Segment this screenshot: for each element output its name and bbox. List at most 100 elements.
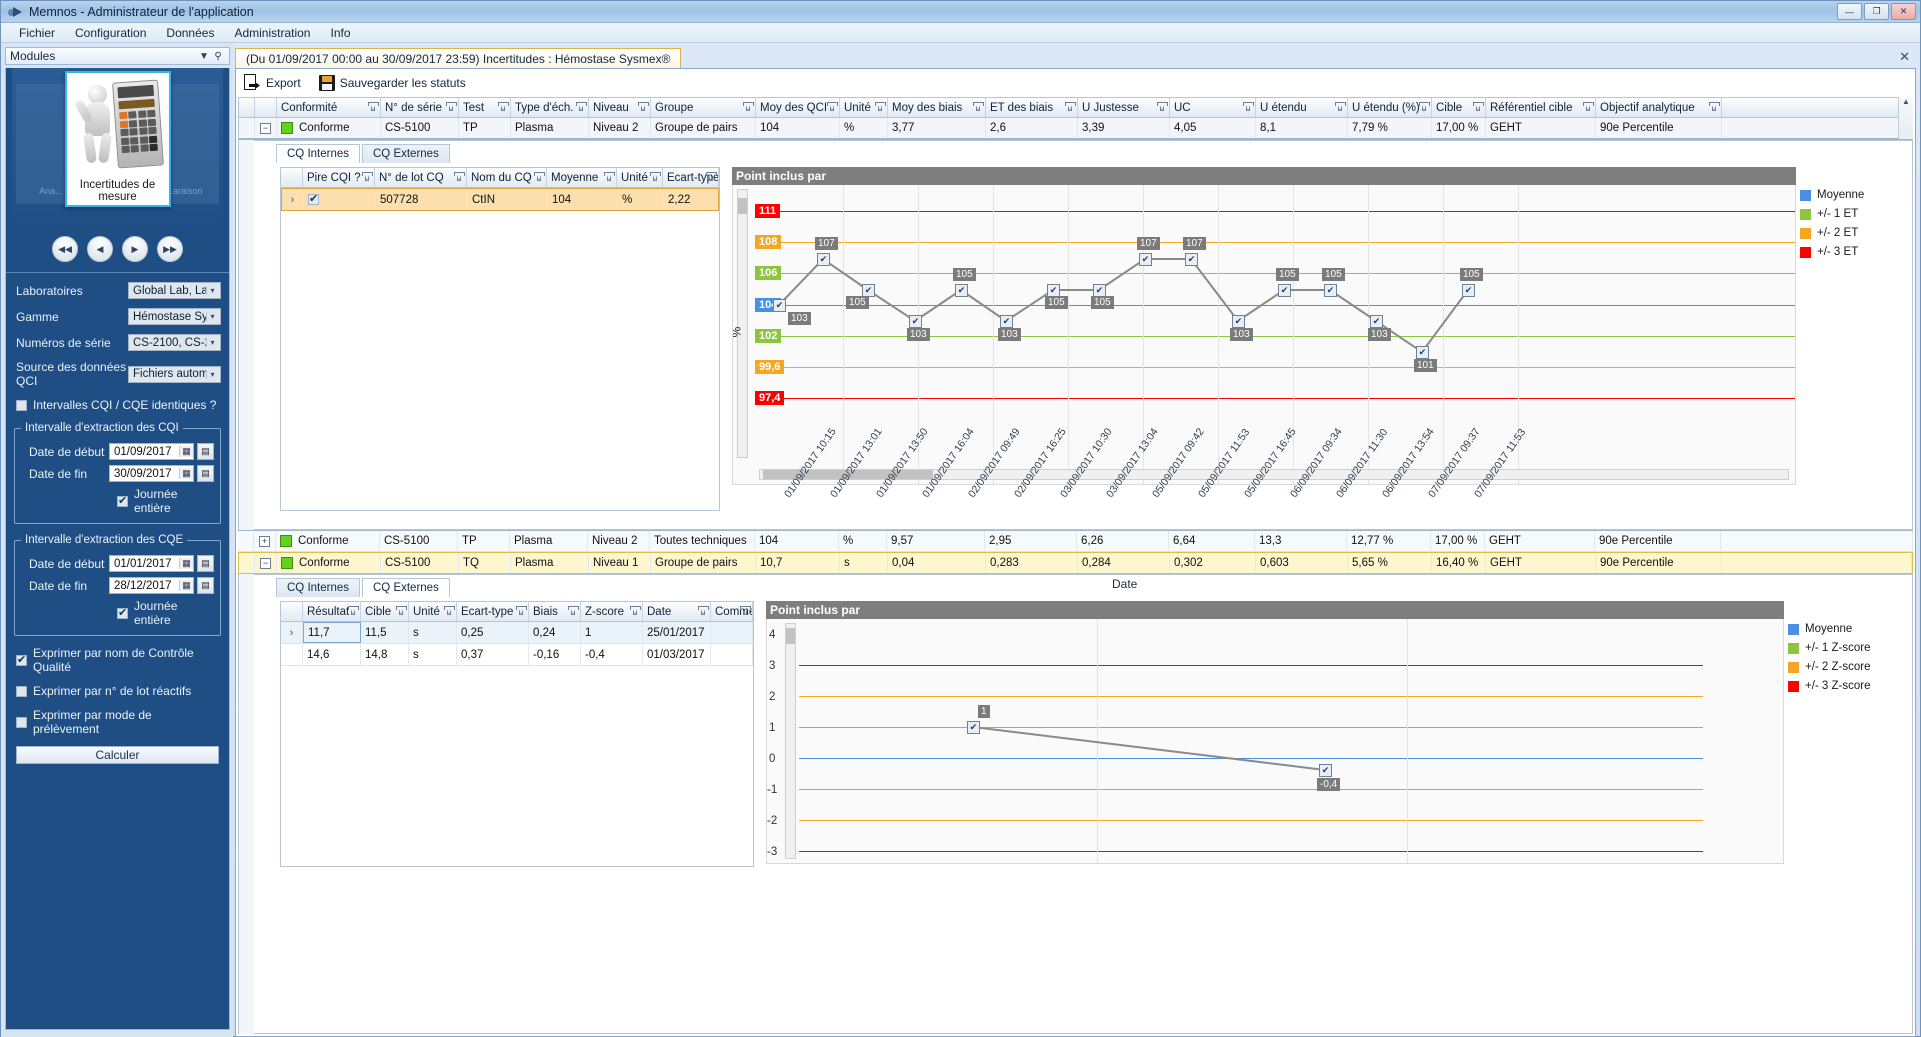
data-point[interactable]: ✔ — [955, 284, 968, 297]
gh-objectif[interactable]: Objectif analytique — [1596, 98, 1722, 117]
gh-et-biais[interactable]: ET des biais — [986, 98, 1078, 117]
filter-icon[interactable] — [973, 102, 984, 112]
menu-item-administration[interactable]: Administration — [224, 24, 320, 42]
gh-u-etendu[interactable]: U étendu — [1256, 98, 1348, 117]
combo-gamme[interactable]: Hémostase Sysmex ▾ — [128, 308, 221, 325]
cqe-chart-vscroll-thumb[interactable] — [786, 628, 795, 644]
filter-icon[interactable] — [534, 172, 545, 182]
cqe-start-input[interactable]: 01/01/2017 ▦ — [109, 555, 194, 572]
combo-source-qci[interactable]: Fichiers automate ▾ — [128, 365, 221, 383]
gh-groupe[interactable]: Groupe — [651, 98, 756, 117]
cqe-start-ellipsis-button[interactable]: ▤ — [197, 555, 214, 572]
data-point[interactable]: ✔ — [1232, 315, 1245, 328]
data-point[interactable]: ✔ — [1324, 284, 1337, 297]
filter-icon[interactable] — [454, 172, 465, 182]
chevron-down-icon[interactable]: ▾ — [206, 338, 218, 347]
calculate-button[interactable]: Calculer — [16, 746, 219, 764]
calendar-icon[interactable]: ▦ — [179, 468, 193, 479]
cqe-gh-cible[interactable]: Cible — [361, 602, 409, 621]
cqi-fullday-row[interactable]: Journée entière — [117, 487, 214, 515]
filter-icon[interactable] — [446, 102, 457, 112]
gh-moy-qci[interactable]: Moy des QCI — [756, 98, 840, 117]
minimize-button[interactable]: — — [1837, 3, 1862, 20]
gh-cible[interactable]: Cible — [1432, 98, 1486, 117]
gh-conformite[interactable]: Conformité — [277, 98, 381, 117]
gh-niveau[interactable]: Niveau — [589, 98, 651, 117]
option-par-mode-prelevement[interactable]: Exprimer par mode de prélèvement — [16, 708, 221, 736]
calendar-icon[interactable]: ▦ — [179, 558, 193, 569]
data-point[interactable]: ✔ — [1416, 346, 1429, 359]
menu-item-info[interactable]: Info — [320, 24, 360, 42]
menu-item-donnees[interactable]: Données — [156, 24, 224, 42]
save-statuses-button[interactable]: Sauvegarder les statuts — [318, 75, 466, 91]
filter-icon[interactable] — [348, 606, 359, 616]
data-point[interactable]: ✔ — [817, 253, 830, 266]
filter-icon[interactable] — [1473, 102, 1484, 112]
gh-u-etendu-pct[interactable]: U étendu (%) — [1348, 98, 1432, 117]
filter-icon[interactable] — [498, 102, 509, 112]
scroll-up-icon[interactable]: ▲ — [1899, 97, 1913, 111]
cqi-chart-vscroll-thumb[interactable] — [738, 198, 747, 214]
cqe-gh-comment[interactable]: Commentaire — [711, 602, 753, 621]
data-point[interactable]: ✔ — [909, 315, 922, 328]
cqe-gh-ecart[interactable]: Ecart-type — [457, 602, 529, 621]
close-icon[interactable]: ✕ — [1899, 49, 1910, 65]
gh-moy-biais[interactable]: Moy des biais — [888, 98, 986, 117]
pin-icon[interactable]: ⚲ — [211, 51, 225, 62]
filter-icon[interactable] — [568, 606, 579, 616]
export-button[interactable]: Export — [244, 74, 301, 92]
gh-uc[interactable]: UC — [1170, 98, 1256, 117]
cqi-start-ellipsis-button[interactable]: ▤ — [197, 443, 214, 460]
gh-test[interactable]: Test — [459, 98, 511, 117]
cqi-gh-moyenne[interactable]: Moyenne — [547, 168, 617, 187]
data-point[interactable]: ✔ — [967, 721, 980, 734]
cqe-end-ellipsis-button[interactable]: ▤ — [197, 577, 214, 594]
cqi-gh-pire[interactable]: Pire CQI ? — [303, 168, 375, 187]
chevron-down-icon[interactable]: ▼ — [197, 51, 211, 62]
cqe-end-input[interactable]: 28/12/2017 ▦ — [109, 577, 194, 594]
cqi-gh-nom[interactable]: Nom du CQ — [467, 168, 547, 187]
row-expander[interactable]: − — [255, 553, 277, 573]
table-row[interactable]: › 11,7 11,5 s 0,25 0,24 1 25/01/2017 — [281, 622, 753, 644]
data-point[interactable]: ✔ — [1370, 315, 1383, 328]
filter-icon[interactable] — [516, 606, 527, 616]
option-par-lot-reactifs[interactable]: Exprimer par n° de lot réactifs — [16, 684, 221, 698]
cqe-gh-date[interactable]: Date — [643, 602, 711, 621]
cqe-gh-unite[interactable]: Unité — [409, 602, 457, 621]
cqi-gh-ecart[interactable]: Ecart-type — [663, 168, 719, 187]
carousel-next-button[interactable]: ▶ — [122, 236, 148, 262]
filter-icon[interactable] — [396, 606, 407, 616]
cqe-gh-zscore[interactable]: Z-score — [581, 602, 643, 621]
pire-cqi-checkbox[interactable] — [308, 192, 319, 205]
filter-icon[interactable] — [740, 606, 751, 616]
cqi-gh-lot[interactable]: N° de lot CQ — [375, 168, 467, 187]
filter-icon[interactable] — [638, 102, 649, 112]
maximize-button[interactable]: ❐ — [1864, 3, 1889, 20]
tab-cq-internes-lower[interactable]: CQ Internes — [276, 578, 360, 597]
carousel-first-button[interactable]: ◀◀ — [52, 236, 78, 262]
checkbox-same-intervals[interactable]: Intervalles CQI / CQE identiques ? — [16, 398, 221, 412]
filter-icon[interactable] — [743, 102, 754, 112]
filter-icon[interactable] — [1419, 102, 1430, 112]
filter-icon[interactable] — [650, 172, 661, 182]
filter-icon[interactable] — [875, 102, 886, 112]
menu-item-configuration[interactable]: Configuration — [65, 24, 156, 42]
cell-resultat[interactable]: 11,7 — [303, 622, 361, 643]
row-expander[interactable]: − — [255, 118, 277, 138]
data-point[interactable]: ✔ — [1000, 315, 1013, 328]
data-point[interactable]: ✔ — [1185, 253, 1198, 266]
chevron-down-icon[interactable]: ▾ — [206, 286, 218, 295]
option-par-nom-cq-checkbox[interactable] — [16, 653, 27, 666]
filter-icon[interactable] — [368, 102, 379, 112]
filter-icon[interactable] — [1583, 102, 1594, 112]
row-expander[interactable]: + — [254, 531, 276, 551]
cqi-chart-vscroll[interactable] — [737, 189, 748, 458]
menu-item-fichier[interactable]: Fichier — [9, 24, 65, 42]
data-point[interactable]: ✔ — [1278, 284, 1291, 297]
tab-cq-externes-lower[interactable]: CQ Externes — [362, 578, 450, 597]
calendar-icon[interactable]: ▦ — [179, 446, 193, 457]
filter-icon[interactable] — [698, 606, 709, 616]
filter-icon[interactable] — [604, 172, 615, 182]
option-par-nom-cq[interactable]: Exprimer par nom de Contrôle Qualité — [16, 646, 221, 674]
filter-icon[interactable] — [362, 172, 373, 182]
